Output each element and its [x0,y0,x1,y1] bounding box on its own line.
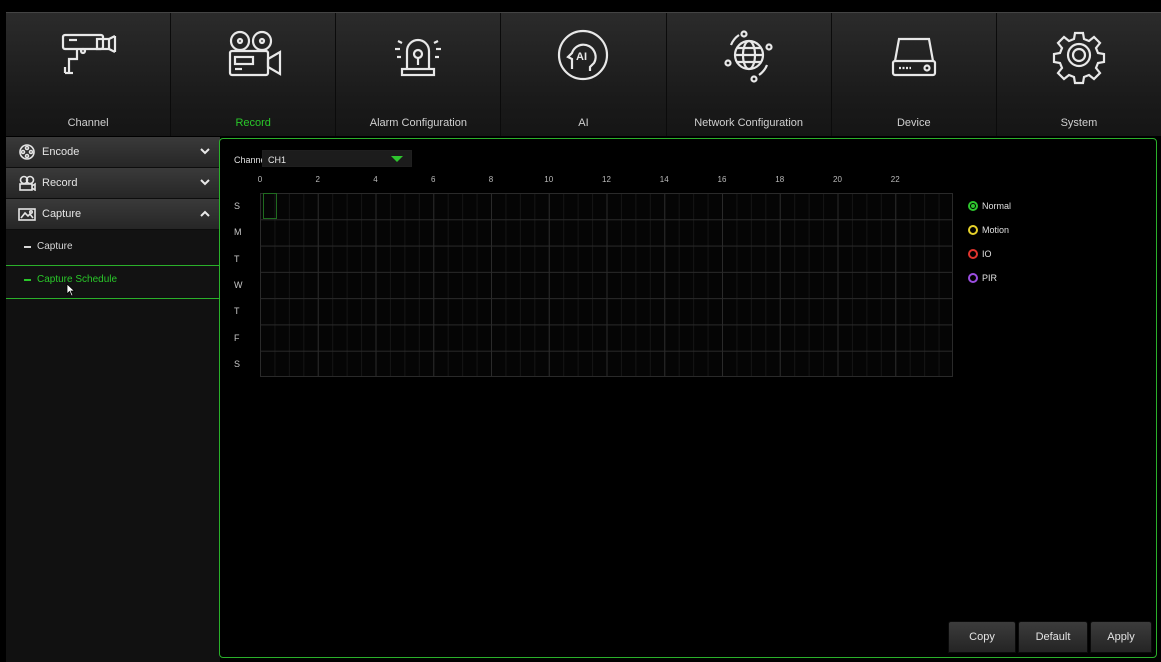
chevron-down-icon [200,179,210,186]
schedule-grid-selected-cell [263,193,277,219]
sidebar-item-label: Capture [37,241,73,252]
sidebar-menu-encode[interactable]: Encode [6,137,220,168]
gear-icon [1052,31,1106,85]
ai-head-icon: AI [558,29,609,81]
hour-label: 4 [373,175,378,184]
record-icon [19,175,36,191]
nav-tab-ai[interactable]: AI AI [501,13,667,136]
hour-label: 14 [659,175,669,184]
dash-icon [24,245,31,248]
legend-label: Normal [982,201,1012,211]
globe-network-icon [724,30,773,83]
nav-tab-label: Record [235,117,271,129]
nav-tab-network-configuration[interactable]: Network Configuration [667,13,832,136]
nav-tab-label: AI [578,117,589,129]
hour-label: 12 [602,175,611,184]
legend-label: Motion [982,225,1010,235]
legend-label: IO [982,249,992,259]
radio-icon [968,249,978,259]
radio-icon [968,201,978,211]
legend-pir[interactable]: PIR [968,273,1011,297]
apply-button[interactable]: Apply [1090,621,1152,653]
legend-label: PIR [982,273,998,283]
nav-tab-label: Channel [67,117,109,129]
svg-text:AI: AI [576,51,587,63]
film-reel-icon [19,144,35,160]
hour-label: 22 [890,175,900,184]
sidebar-item-capture-schedule[interactable]: Capture Schedule [6,263,220,296]
schedule-legend: Normal Motion IO PIR [968,201,1011,297]
nav-tab-record[interactable]: Record [171,13,337,136]
legend-normal[interactable]: Normal [968,201,1011,225]
chevron-up-icon [200,210,210,217]
sidebar-menu-label: Capture [42,208,82,220]
legend-motion[interactable]: Motion [968,225,1011,249]
nav-tab-label: Device [896,117,931,129]
video-camera-icon [229,30,282,77]
day-label: T [234,253,240,264]
hour-label: 2 [315,175,320,184]
dropdown-caret-icon [391,156,403,162]
capture-schedule-panel: Channel CH1 0 2 4 6 8 10 12 14 16 18 20 22 SMTWTFS … [219,138,1157,658]
day-label: W [234,280,243,290]
radio-icon [968,273,978,283]
sidebar-item-label: Capture Schedule [37,274,118,285]
default-button[interactable]: Default [1018,621,1088,653]
active-item-border-top [6,265,220,266]
nav-tab-label: System [1060,117,1098,129]
sidebar: Encode Record Capture Capture Capture Sc… [6,137,220,662]
hour-label: 8 [488,175,494,184]
hour-label: 20 [833,175,842,184]
radio-icon [968,225,978,235]
security-camera-icon [61,33,117,75]
chevron-down-icon [200,148,210,155]
day-label: S [234,201,241,212]
copy-button[interactable]: Copy [948,621,1016,653]
day-label: F [234,332,240,343]
active-item-border-bottom [6,298,220,299]
sidebar-item-capture[interactable]: Capture [6,230,220,263]
hour-label: 0 [257,175,263,184]
channel-value: CH1 [268,155,287,165]
legend-io[interactable]: IO [968,249,1011,273]
hour-label: 6 [431,175,436,184]
hour-label: 16 [717,175,727,184]
day-label: T [234,306,240,317]
hard-drive-icon [891,37,936,77]
nav-tab-device[interactable]: Device [832,13,997,136]
dash-icon [24,278,31,281]
nav-tab-system[interactable]: System [997,13,1161,136]
top-navigation: Channel Record Alarm Configuration AI AI [6,12,1161,136]
capture-icon [18,208,36,221]
alarm-siren-icon [395,38,442,77]
nav-tab-label: Network Configuration [694,117,804,129]
nav-tab-label: Alarm Configuration [369,117,467,129]
sidebar-menu-capture[interactable]: Capture [6,199,220,230]
hour-label: 18 [775,175,785,184]
nav-tab-alarm-configuration[interactable]: Alarm Configuration [336,13,502,136]
sidebar-menu-label: Record [42,177,78,189]
sidebar-menu-record[interactable]: Record [6,168,220,199]
schedule-grid[interactable] [260,193,953,377]
hour-label: 10 [544,175,554,184]
action-buttons: Copy Default Apply [946,621,1152,653]
day-label: M [234,227,242,238]
day-label: S [234,358,241,369]
nav-tab-channel[interactable]: Channel [6,13,172,136]
channel-dropdown[interactable]: CH1 [262,150,412,167]
mouse-cursor-icon [66,283,76,297]
sidebar-menu-label: Encode [42,146,80,158]
